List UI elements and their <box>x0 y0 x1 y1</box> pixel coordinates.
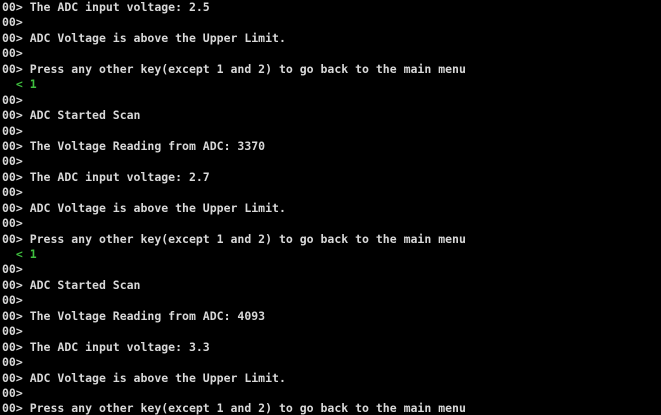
terminal-line: 00> ADC Started Scan <box>2 108 661 123</box>
terminal-prefix: 00> <box>2 324 23 339</box>
terminal-line: 00> <box>2 386 661 401</box>
terminal-line: 00> ADC Voltage is above the Upper Limit… <box>2 201 661 216</box>
terminal-line: 00> Press any other key(except 1 and 2) … <box>2 232 661 247</box>
terminal-prefix: 00> <box>2 216 23 231</box>
terminal-prefix: 00> <box>2 370 23 385</box>
sent-text: 1 <box>22 77 37 92</box>
terminal-sent-line: < 1 <box>2 77 661 92</box>
terminal-line: 00> ADC Voltage is above the Upper Limit… <box>2 371 661 386</box>
terminal-prefix: 00> <box>2 108 23 123</box>
terminal-line: 00> <box>2 124 661 139</box>
rtt-terminal-output[interactable]: 00> The ADC input voltage: 2.5 00> 00> ADC… <box>0 0 661 415</box>
sent-marker: < <box>2 247 23 261</box>
terminal-line: 00> ADC Voltage is above the Upper Limit… <box>2 31 661 46</box>
terminal-line: 00> <box>2 262 661 277</box>
terminal-text: ADC Started Scan <box>22 277 141 292</box>
terminal-prefix: 00> <box>2 123 23 138</box>
terminal-prefix: 00> <box>2 92 23 107</box>
terminal-prefix: 00> <box>2 46 23 61</box>
terminal-prefix: 00> <box>2 200 23 215</box>
terminal-prefix: 00> <box>2 169 23 184</box>
terminal-text: ADC Voltage is above the Upper Limit. <box>22 370 286 385</box>
terminal-line: 00> The Voltage Reading from ADC: 3370 <box>2 139 661 154</box>
terminal-prefix: 00> <box>2 262 23 277</box>
terminal-line: 00> <box>2 93 661 108</box>
sent-text: 1 <box>22 247 37 261</box>
terminal-prefix: 00> <box>2 154 23 169</box>
terminal-line: 00> <box>2 216 661 231</box>
terminal-text: The ADC input voltage: 3.3 <box>22 339 210 354</box>
terminal-line: 00> <box>2 355 661 370</box>
terminal-line: 00> <box>2 185 661 200</box>
terminal-prefix: 00> <box>2 308 23 323</box>
terminal-prefix: 00> <box>2 185 23 200</box>
terminal-line: 00> The ADC input voltage: 2.7 <box>2 170 661 185</box>
terminal-prefix: 00> <box>2 0 23 14</box>
terminal-line: 00> The ADC input voltage: 2.5 <box>2 0 661 15</box>
terminal-sent-line: < 1 <box>2 247 661 262</box>
terminal-prefix: 00> <box>2 61 23 76</box>
sent-marker: < <box>2 77 23 92</box>
terminal-text: ADC Voltage is above the Upper Limit. <box>22 200 286 215</box>
terminal-text: The Voltage Reading from ADC: 3370 <box>22 138 266 153</box>
terminal-text: The ADC input voltage: 2.7 <box>22 169 210 184</box>
terminal-prefix: 00> <box>2 401 23 415</box>
terminal-line: 00> The ADC input voltage: 3.3 <box>2 340 661 355</box>
terminal-prefix: 00> <box>2 339 23 354</box>
terminal-line: 00> <box>2 293 661 308</box>
terminal-text: ADC Voltage is above the Upper Limit. <box>22 30 286 45</box>
terminal-line: 00> <box>2 324 661 339</box>
terminal-line: 00> Press any other key(except 1 and 2) … <box>2 62 661 77</box>
terminal-prefix: 00> <box>2 138 23 153</box>
terminal-prefix: 00> <box>2 293 23 308</box>
terminal-text: Press any other key(except 1 and 2) to g… <box>22 61 466 76</box>
terminal-text: ADC Started Scan <box>22 108 141 123</box>
terminal-line: 00> ADC Started Scan <box>2 278 661 293</box>
terminal-line: 00> The Voltage Reading from ADC: 4093 <box>2 309 661 324</box>
terminal-prefix: 00> <box>2 30 23 45</box>
terminal-prefix: 00> <box>2 231 23 246</box>
terminal-text: The Voltage Reading from ADC: 4093 <box>22 308 266 323</box>
terminal-text: The ADC input voltage: 2.5 <box>22 0 210 14</box>
terminal-prefix: 00> <box>2 355 23 370</box>
terminal-text: Press any other key(except 1 and 2) to g… <box>22 401 466 415</box>
terminal-text: Press any other key(except 1 and 2) to g… <box>22 231 466 246</box>
terminal-line: 00> Press any other key(except 1 and 2) … <box>2 401 661 415</box>
terminal-prefix: 00> <box>2 385 23 400</box>
terminal-line: 00> <box>2 154 661 169</box>
terminal-line: 00> <box>2 15 661 30</box>
terminal-prefix: 00> <box>2 15 23 30</box>
terminal-line: 00> <box>2 46 661 61</box>
terminal-prefix: 00> <box>2 277 23 292</box>
